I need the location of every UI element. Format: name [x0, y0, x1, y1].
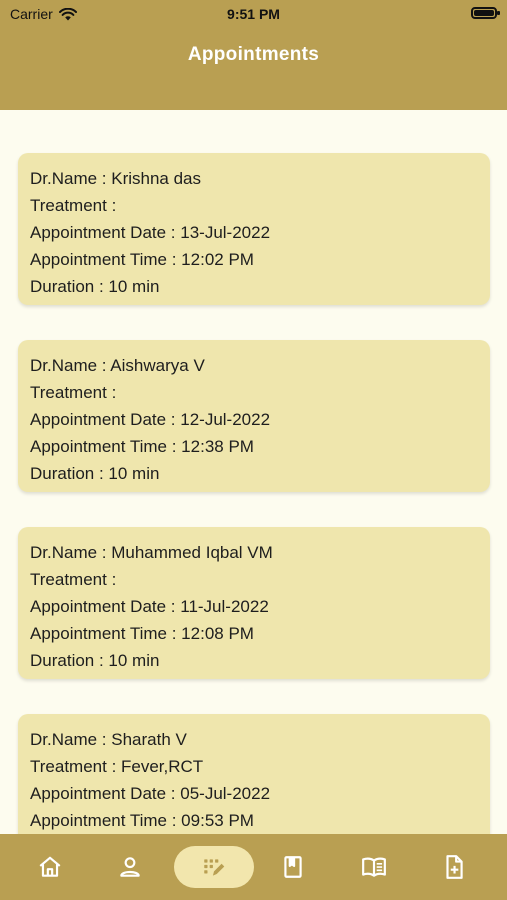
appointment-card[interactable]: Dr.Name : Aishwarya V Treatment : Appoin…	[18, 340, 490, 492]
treatment: Treatment : Fever,RCT	[30, 757, 204, 776]
appointment-date: Appointment Date : 12-Jul-2022	[30, 410, 271, 429]
person-icon	[120, 857, 140, 877]
duration: Duration : 10 min	[30, 464, 160, 483]
appointment-date: Appointment Date : 11-Jul-2022	[30, 597, 269, 616]
appointment-time: Appointment Time : 12:38 PM	[30, 437, 254, 456]
appointment-time: Appointment Time : 12:02 PM	[30, 250, 254, 269]
battery-icon	[471, 7, 500, 19]
appointment-card[interactable]: Dr.Name : Muhammed Iqbal VM Treatment : …	[18, 527, 490, 679]
page-title: Appointments	[187, 44, 320, 65]
open-book-icon	[362, 857, 386, 877]
nav-profile[interactable]	[90, 846, 170, 888]
doctor-name: Dr.Name : Aishwarya V	[30, 356, 205, 375]
home-icon	[39, 856, 61, 877]
add-document-icon	[446, 855, 463, 879]
appointment-time: Appointment Time : 12:08 PM	[30, 624, 254, 643]
doctor-name: Dr.Name : Sharath V	[30, 730, 187, 749]
app-header: Carrier 9:51 PM Appointments	[0, 0, 507, 110]
doctor-name: Dr.Name : Krishna das	[30, 169, 202, 188]
nav-appointments[interactable]	[174, 846, 254, 888]
treatment: Treatment :	[30, 196, 117, 215]
nav-records[interactable]	[253, 846, 333, 888]
appointment-date: Appointment Date : 13-Jul-2022	[30, 223, 271, 242]
appointment-date: Appointment Date : 05-Jul-2022	[30, 784, 271, 803]
status-time: 9:51 PM	[227, 6, 280, 22]
status-bar: Carrier 9:51 PM	[0, 0, 507, 28]
nav-add-document[interactable]	[414, 846, 494, 888]
nav-library[interactable]	[334, 846, 414, 888]
appointment-card[interactable]: Dr.Name : Sharath V Treatment : Fever,RC…	[18, 714, 490, 834]
treatment: Treatment :	[30, 383, 117, 402]
nav-home[interactable]	[10, 846, 90, 888]
appointment-list[interactable]: Dr.Name : Krishna das Treatment : Appoin…	[0, 110, 507, 834]
bottom-navigation	[0, 834, 507, 900]
doctor-name: Dr.Name : Muhammed Iqbal VM	[30, 543, 273, 562]
duration: Duration : 10 min	[30, 651, 160, 670]
appointments-icon	[204, 859, 225, 876]
appointment-time: Appointment Time : 09:53 PM	[30, 811, 254, 830]
duration: Duration : 10 min	[30, 277, 160, 296]
book-icon	[284, 856, 302, 878]
appointment-card[interactable]: Dr.Name : Krishna das Treatment : Appoin…	[18, 153, 490, 305]
treatment: Treatment :	[30, 570, 117, 589]
